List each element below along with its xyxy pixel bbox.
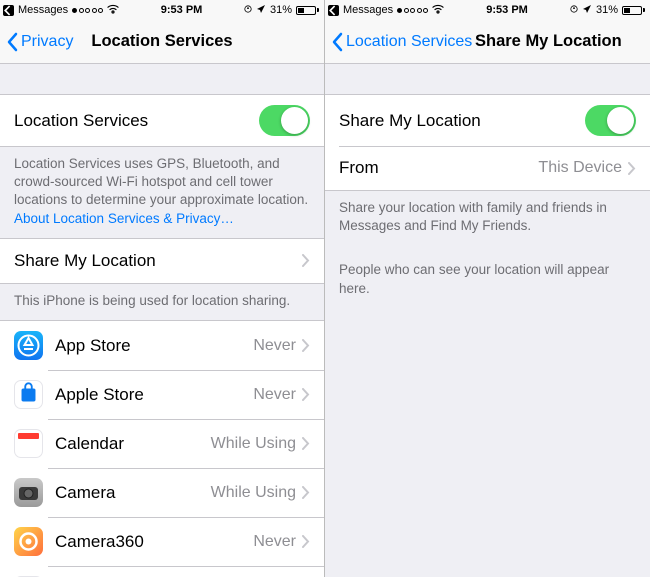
screen-share-my-location: Messages 9:53 PM 31% Location Servi — [325, 0, 650, 577]
app-name: App Store — [55, 336, 253, 356]
appstore-icon — [14, 331, 43, 360]
chevron-right-icon — [302, 486, 310, 499]
about-location-link[interactable]: About Location Services & Privacy… — [14, 211, 234, 226]
share-label: Share My Location — [14, 251, 302, 271]
location-arrow-icon — [582, 4, 592, 17]
cell-share-my-location[interactable]: Share My Location — [0, 239, 324, 283]
location-arrow-icon — [256, 4, 266, 17]
status-left: Messages — [328, 4, 444, 17]
back-label: Privacy — [21, 33, 73, 51]
content: Share My Location From This Device Share… — [325, 64, 650, 577]
status-right: 31% — [570, 4, 645, 17]
app-row[interactable]: Chrome — [0, 566, 324, 577]
app-row[interactable]: Apple StoreNever — [0, 370, 324, 419]
chevron-right-icon — [302, 339, 310, 352]
group-share-toggle: Share My Location From This Device — [325, 94, 650, 191]
status-time: 9:53 PM — [119, 4, 244, 16]
status-bar: Messages 9:53 PM 31% — [325, 0, 650, 20]
status-bar: Messages 9:53 PM 31% — [0, 0, 324, 20]
cell-location-services-toggle[interactable]: Location Services — [0, 95, 324, 146]
camera360-icon — [14, 527, 43, 556]
toggle-switch[interactable] — [585, 105, 636, 136]
toggle-label: Location Services — [14, 111, 259, 131]
toggle-switch[interactable] — [259, 105, 310, 136]
calendar-icon — [14, 429, 43, 458]
wifi-icon — [432, 4, 444, 17]
app-row[interactable]: CameraWhile Using — [0, 468, 324, 517]
chevron-right-icon — [302, 535, 310, 548]
app-status: While Using — [211, 435, 296, 453]
status-left: Messages — [3, 4, 119, 17]
from-value: This Device — [538, 159, 622, 177]
cell-share-my-location-toggle[interactable]: Share My Location — [325, 95, 650, 146]
signal-dots-icon — [72, 8, 103, 13]
wifi-icon — [107, 4, 119, 17]
app-name: Apple Store — [55, 385, 253, 405]
content: Location Services Location Services uses… — [0, 64, 324, 577]
back-button[interactable]: Location Services — [331, 32, 472, 52]
chevron-right-icon — [628, 162, 636, 175]
app-status: While Using — [211, 484, 296, 502]
return-app-icon[interactable] — [328, 5, 339, 16]
app-row[interactable]: CalendarWhile Using — [0, 419, 324, 468]
app-name: Camera360 — [55, 532, 253, 552]
app-status: Never — [253, 386, 296, 404]
nav-bar: Location Services Share My Location — [325, 20, 650, 64]
from-label: From — [339, 158, 538, 178]
share-footer: This iPhone is being used for location s… — [0, 284, 324, 320]
battery-icon — [622, 6, 645, 15]
app-row[interactable]: App StoreNever — [0, 321, 324, 370]
screen-location-services: Messages 9:53 PM 31% Privacy — [0, 0, 325, 577]
applestore-icon — [14, 380, 43, 409]
chevron-right-icon — [302, 254, 310, 267]
toggle-label: Share My Location — [339, 111, 585, 131]
camera-icon — [14, 478, 43, 507]
back-label: Location Services — [346, 33, 472, 51]
status-right: 31% — [244, 4, 319, 17]
orientation-lock-icon — [570, 4, 578, 17]
app-name: Calendar — [55, 434, 211, 454]
chevron-right-icon — [302, 388, 310, 401]
share-footer-1: Share your location with family and frie… — [325, 191, 650, 245]
app-name: Camera — [55, 483, 211, 503]
group-share-location: Share My Location — [0, 238, 324, 284]
group-location-toggle: Location Services — [0, 94, 324, 147]
status-time: 9:53 PM — [444, 4, 570, 16]
back-button[interactable]: Privacy — [6, 32, 73, 52]
cell-from-device[interactable]: From This Device — [325, 146, 650, 190]
chevron-right-icon — [302, 437, 310, 450]
return-app-label[interactable]: Messages — [18, 4, 68, 16]
share-footer-2: People who can see your location will ap… — [325, 245, 650, 307]
orientation-lock-icon — [244, 4, 252, 17]
signal-dots-icon — [397, 8, 428, 13]
return-app-icon[interactable] — [3, 5, 14, 16]
app-status: Never — [253, 533, 296, 551]
return-app-label[interactable]: Messages — [343, 4, 393, 16]
battery-icon — [296, 6, 319, 15]
nav-bar: Privacy Location Services — [0, 20, 324, 64]
group-apps: App StoreNeverApple StoreNeverCalendarWh… — [0, 320, 324, 577]
battery-percent: 31% — [596, 4, 618, 16]
app-row[interactable]: Camera360Never — [0, 517, 324, 566]
location-description: Location Services uses GPS, Bluetooth, a… — [0, 147, 324, 238]
battery-percent: 31% — [270, 4, 292, 16]
app-status: Never — [253, 337, 296, 355]
